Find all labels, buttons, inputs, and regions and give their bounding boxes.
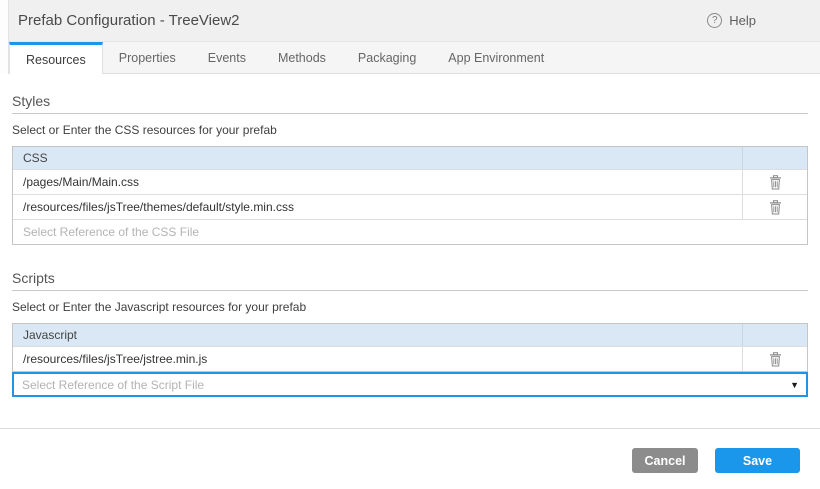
row-action-cell [742, 347, 807, 371]
delete-script-row-button[interactable] [767, 350, 784, 369]
table-row: /pages/Main/Main.css [13, 169, 807, 194]
help-label: Help [729, 13, 756, 28]
css-reference-input[interactable] [13, 220, 807, 244]
styles-section-heading: Styles [12, 93, 808, 114]
tab-events[interactable]: Events [192, 42, 262, 73]
tab-bar: Resources Properties Events Methods Pack… [0, 42, 820, 74]
tab-methods[interactable]: Methods [262, 42, 342, 73]
css-resource-path: /resources/files/jsTree/themes/default/s… [23, 200, 294, 214]
resources-panel: Styles Select or Enter the CSS resources… [0, 93, 820, 397]
css-table-header: CSS [23, 151, 48, 165]
tab-properties[interactable]: Properties [103, 42, 192, 73]
script-resource-path: /resources/files/jsTree/jstree.min.js [23, 352, 208, 366]
cancel-button[interactable]: Cancel [632, 448, 698, 473]
script-reference-input[interactable] [14, 374, 787, 395]
page-title: Prefab Configuration - TreeView2 [18, 12, 240, 29]
script-table-header-row: Javascript [13, 324, 807, 346]
css-table-header-action-cell [742, 147, 807, 169]
table-row: /resources/files/jsTree/themes/default/s… [13, 194, 807, 219]
dialog-titlebar: Prefab Configuration - TreeView2 ? Help [0, 0, 820, 42]
trash-icon [769, 174, 781, 189]
script-resources-table: Javascript /resources/files/jsTree/jstre… [12, 323, 808, 372]
css-table-header-row: CSS [13, 147, 807, 169]
scripts-section-subtitle: Select or Enter the Javascript resources… [12, 300, 307, 314]
row-action-cell [742, 195, 807, 219]
trash-icon [769, 351, 781, 366]
row-action-cell [742, 170, 807, 194]
help-circle-icon: ? [707, 13, 723, 28]
css-resource-path: /pages/Main/Main.css [23, 175, 140, 189]
css-reference-input-row [13, 219, 807, 244]
delete-css-row-button[interactable] [767, 198, 784, 217]
chevron-down-icon[interactable]: ▼ [786, 380, 806, 390]
footer-divider [0, 428, 820, 429]
script-reference-combobox[interactable]: ▼ [12, 372, 808, 397]
styles-section-subtitle: Select or Enter the CSS resources for yo… [12, 123, 277, 137]
scripts-section-heading: Scripts [12, 270, 808, 291]
script-table-header: Javascript [23, 328, 78, 342]
delete-css-row-button[interactable] [767, 173, 784, 192]
script-table-header-action-cell [742, 324, 807, 346]
save-button[interactable]: Save [715, 448, 800, 473]
tab-resources[interactable]: Resources [9, 42, 103, 74]
tab-app-environment[interactable]: App Environment [432, 42, 560, 73]
tab-packaging[interactable]: Packaging [342, 42, 432, 73]
trash-icon [769, 199, 781, 214]
help-button[interactable]: ? Help [707, 13, 756, 28]
css-resources-table: CSS /pages/Main/Main.css /resources/file… [12, 146, 808, 245]
table-row: /resources/files/jsTree/jstree.min.js [13, 346, 807, 371]
window-left-edge [0, 0, 9, 74]
footer-actions: Cancel Save [632, 448, 800, 473]
